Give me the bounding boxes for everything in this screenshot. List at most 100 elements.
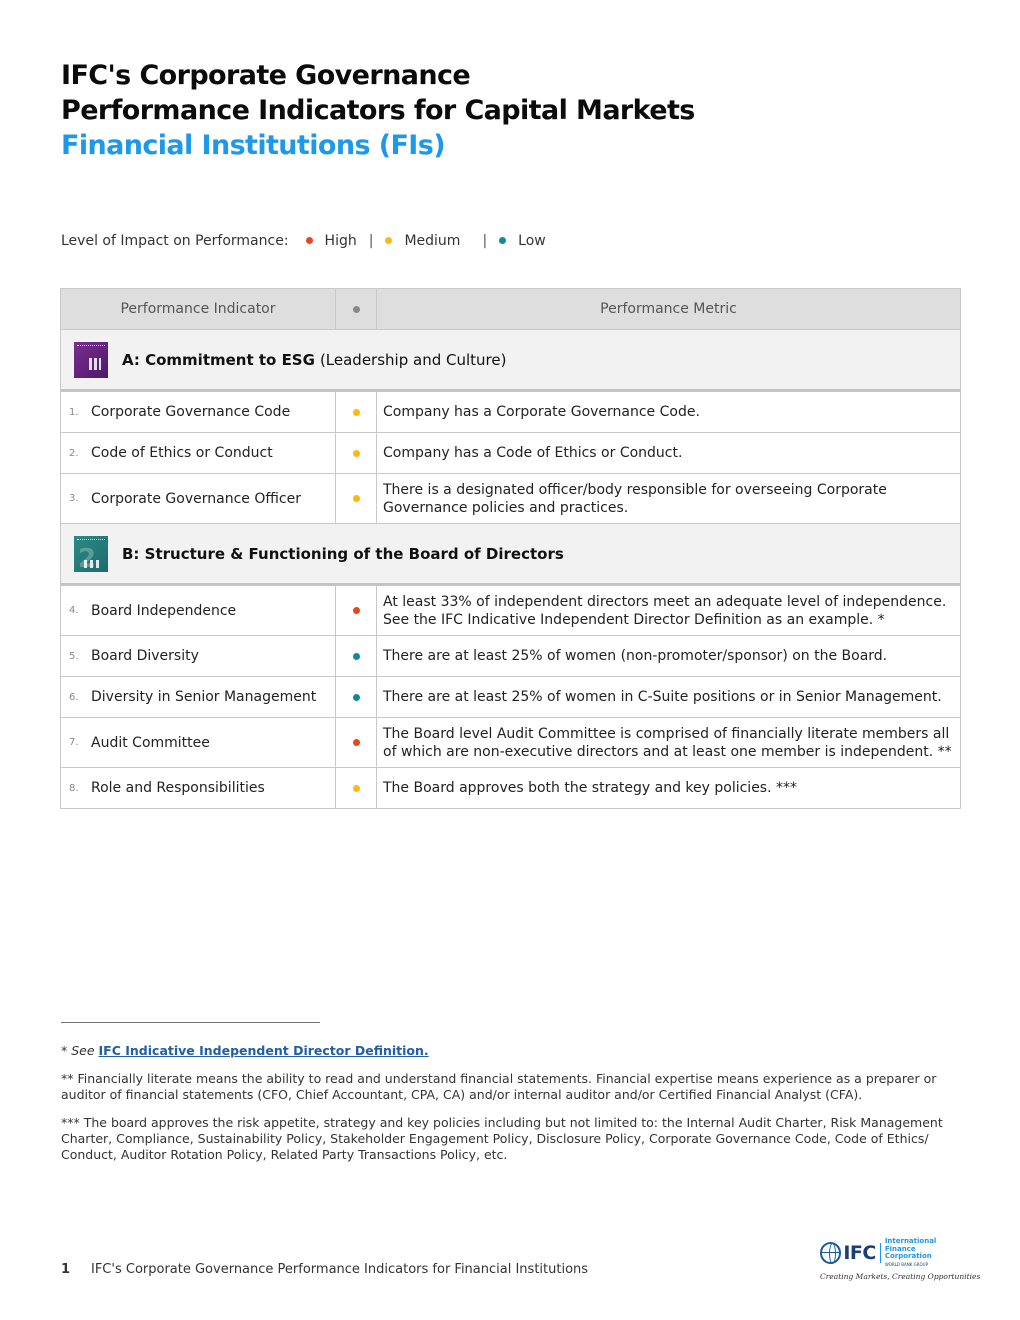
indicator-name: Role and Responsibilities [91,780,265,796]
table-body: A: Commitment to ESG (Leadership and Cult… [61,330,960,809]
indicator-cell: 4. Board Independence [61,586,336,635]
row-number: 8. [69,782,79,794]
metric-cell: Company has a Code of Ethics or Conduct. [383,445,683,461]
row-number: 7. [69,737,79,748]
footnote-1: * See IFC Indicative Independent Directo… [61,1043,961,1059]
impact-legend: Level of Impact on Performance: High | M… [61,233,546,249]
document-title: IFC's Corporate Governance Performance I… [61,58,695,163]
indicator-cell: 2. Code of Ethics or Conduct [61,433,336,473]
impact-dot-icon [352,495,360,502]
title-line-1: IFC's Corporate Governance [61,60,471,91]
metric-cell: There are at least 25% of women in C-Sui… [383,689,942,705]
header-impact [336,289,377,329]
table-row: 8. Role and Responsibilities The Board app… [61,768,960,809]
impact-dot-icon [352,784,360,792]
legend-label: Level of Impact on Performance: [61,233,289,249]
table-row: 5. Board Diversity There are at least 25% … [61,636,960,677]
page-footer: 1 IFC's Corporate Governance Performance… [61,1262,588,1277]
legend-separator: | [368,233,374,249]
metric-cell: There are at least 25% of women (non-pro… [383,648,888,664]
row-number: 2. [69,447,79,459]
impact-dot-icon [352,449,360,457]
table-row: 3. Corporate Governance Officer There is a… [61,474,960,524]
indicator-cell: 6. Diversity in Senior Management [61,677,336,717]
table-row: 1. Corporate Governance Code Company has a… [61,392,960,433]
header-indicator: Performance Indicator [61,289,336,329]
logo-name-line2: Finance Corporation [884,1244,932,1260]
metric-cell: The Board approves both the strategy and… [383,780,797,796]
section-subtitle: (Leadership and Culture) [319,350,507,369]
table-row: 4. Board Independence At least 33% of inde… [61,586,960,636]
high-dot-icon [305,236,313,244]
footnote-divider [61,1022,320,1023]
metric-cell: There is a designated officer/body respo… [383,481,887,516]
footnote-3: *** The board approves the risk appetite… [61,1115,943,1162]
footnote-1-prefix: * See [61,1043,95,1058]
section-title: A: Commitment to ESG [122,350,315,369]
impact-cell [336,768,377,808]
impact-dot-icon [352,693,360,701]
indicator-name: Audit Committee [91,734,210,751]
impact-dot-icon [352,408,360,416]
ifc-logo: IFC International Finance Corporation WO… [820,1237,981,1281]
impact-cell [336,474,377,523]
impact-dot-icon [352,607,360,614]
indicators-table: Performance Indicator Performance Metric… [60,288,961,809]
indicator-cell: 1. Corporate Governance Code [61,392,336,432]
row-number: 1. [69,406,79,418]
impact-cell [336,636,377,676]
logo-divider [879,1243,881,1263]
indicator-name: Diversity in Senior Management [91,689,317,705]
row-number: 4. [69,605,79,616]
row-number: 3. [69,493,79,504]
table-row: 2. Code of Ethics or Conduct Company has a… [61,433,960,474]
logo-tagline: Creating Markets, Creating Opportunities [820,1272,981,1281]
section-header: 2 B: Structure & Functioning of the Board… [61,524,960,586]
impact-cell [336,718,377,767]
indicator-cell: 5. Board Diversity [61,636,336,676]
impact-dot-icon [352,652,360,660]
metric-cell: The Board level Audit Committee is compr… [383,725,952,760]
indicator-name: Corporate Governance Officer [91,490,301,507]
indicator-name: Code of Ethics or Conduct [91,445,273,461]
header-metric: Performance Metric [600,301,737,317]
footnotes: * See IFC Indicative Independent Directo… [61,1043,961,1175]
globe-icon [820,1242,842,1264]
medium-dot-icon [385,236,393,244]
indicator-cell: 3. Corporate Governance Officer [61,474,336,523]
table-row: 6. Diversity in Senior Management There ar… [61,677,960,718]
impact-dot-icon [352,739,360,746]
indicator-cell: 8. Role and Responsibilities [61,768,336,808]
table-header: Performance Indicator Performance Metric [61,288,960,330]
impact-cell [336,677,377,717]
metric-cell: At least 33% of independent directors me… [383,593,947,628]
indicator-name: Board Diversity [91,648,199,664]
legend-low: Low [518,233,546,249]
section-title: B: Structure & Functioning of the Board … [122,544,564,563]
dot-icon [352,305,360,313]
metric-cell: Company has a Corporate Governance Code. [383,404,700,420]
low-dot-icon [499,236,507,244]
legend-separator: | [482,233,488,249]
title-line-2: Performance Indicators for Capital Marke… [61,95,695,126]
logo-group: WORLD BANK GROUP [884,1261,929,1267]
page-number: 1 [61,1262,71,1277]
impact-cell [336,586,377,635]
indicator-name: Board Independence [91,602,237,619]
row-number: 6. [69,691,79,703]
row-number: 5. [69,650,79,662]
legend-high: High [324,233,357,249]
legend-medium: Medium [404,233,461,249]
leadership-culture-icon [74,341,108,378]
impact-cell [336,392,377,432]
board-of-directors-icon: 2 [74,535,108,572]
impact-cell [336,433,377,473]
indicator-name: Corporate Governance Code [91,404,291,420]
footnote-2: ** Financially literate means the abilit… [61,1071,937,1102]
title-subtitle: Financial Institutions (FIs) [61,130,446,161]
logo-acronym: IFC [843,1242,876,1264]
indicator-cell: 7. Audit Committee [61,718,336,767]
section-header: A: Commitment to ESG (Leadership and Cult… [61,330,960,392]
independent-director-definition-link[interactable]: IFC Indicative Independent Director Defi… [99,1043,429,1058]
footer-text: IFC's Corporate Governance Performance I… [91,1262,589,1277]
